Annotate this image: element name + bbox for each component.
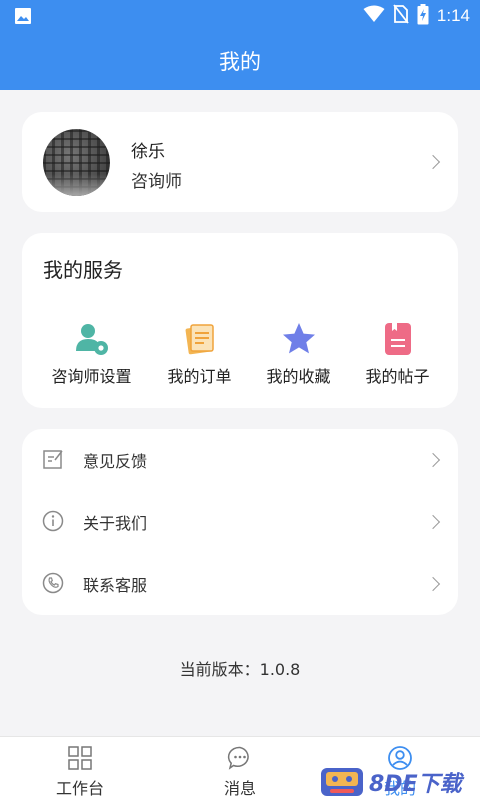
service-label: 我的帖子 (365, 367, 430, 386)
chevron-right-icon (425, 452, 441, 468)
order-icon (182, 321, 218, 357)
menu-item-contact-support[interactable]: 联系客服 (22, 553, 458, 615)
counselor-settings-icon (74, 321, 110, 357)
chevron-right-icon (425, 154, 441, 170)
avatar[interactable] (43, 129, 110, 196)
watermark-text: 8DE下载 (369, 772, 462, 797)
status-bar: 1:14 (0, 0, 480, 32)
settings-menu-card: 意见反馈 关于我们 联系客服 (22, 429, 458, 615)
service-my-posts[interactable]: 我的帖子 (343, 321, 452, 391)
chevron-right-icon (425, 514, 441, 530)
service-my-favorites[interactable]: 我的收藏 (244, 321, 353, 391)
chevron-right-icon (425, 576, 441, 592)
tab-label: 消息 (223, 779, 256, 798)
menu-item-label: 关于我们 (83, 514, 148, 533)
phone-icon (42, 572, 64, 594)
menu-item-feedback[interactable]: 意见反馈 (22, 429, 458, 491)
workbench-icon (67, 745, 93, 771)
message-icon (227, 745, 253, 771)
app-version: 当前版本：1.0.8 (179, 660, 301, 679)
post-icon (380, 321, 416, 357)
service-my-orders[interactable]: 我的订单 (145, 321, 254, 391)
tab-messages[interactable]: 消息 (160, 737, 320, 801)
services-title: 我的服务 (43, 258, 123, 282)
battery-charging-icon (417, 3, 429, 29)
tab-workbench[interactable]: 工作台 (0, 737, 160, 801)
clock-time: 1:14 (436, 6, 470, 25)
page-title: 我的 (219, 50, 261, 74)
menu-item-about-us[interactable]: 关于我们 (22, 491, 458, 553)
service-label: 我的订单 (167, 367, 232, 386)
tab-label: 工作台 (55, 779, 104, 798)
menu-item-label: 意见反馈 (83, 452, 148, 471)
profile-role: 咨询师 (131, 172, 182, 192)
service-counselor-settings[interactable]: 咨询师设置 (37, 321, 146, 391)
profile-card[interactable]: 徐乐 咨询师 (22, 112, 458, 212)
page-header: 我的 (0, 32, 480, 90)
profile-name: 徐乐 (131, 142, 165, 162)
service-label: 咨询师设置 (51, 367, 132, 386)
wifi-icon (363, 5, 385, 27)
watermark: 8DE下载 (318, 764, 480, 800)
star-icon (281, 321, 317, 357)
feedback-icon (42, 448, 64, 470)
info-icon (42, 510, 64, 532)
watermark-logo-icon (321, 768, 363, 796)
menu-item-label: 联系客服 (83, 576, 148, 595)
services-card: 我的服务 咨询师设置 我的订单 我的收藏 我的帖子 (22, 233, 458, 408)
service-label: 我的收藏 (266, 367, 331, 386)
no-sim-icon (393, 4, 409, 28)
gallery-notification-icon (14, 7, 32, 29)
